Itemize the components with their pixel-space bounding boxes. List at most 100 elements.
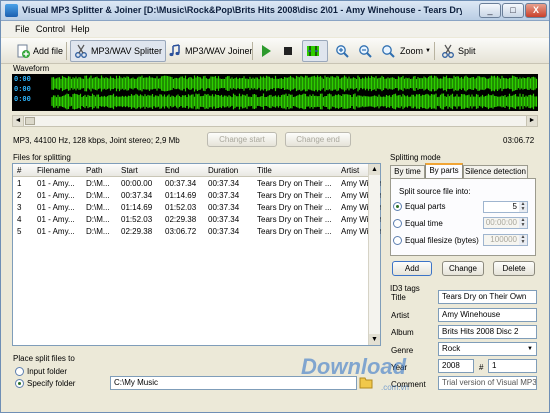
equal-time-radio[interactable] [393,219,402,228]
play-button[interactable] [256,40,279,62]
table-row[interactable]: 2 01 - Amy... D:\M... 00:37.34 01:14.69 00:37… [13,190,381,202]
cell-end: 00:37.34 [165,179,197,188]
zoom-fit-icon [381,44,395,58]
input-folder-radio[interactable] [15,367,24,376]
change-split-button[interactable]: Change [442,261,484,276]
equal-filesize-radio[interactable] [393,236,402,245]
specify-folder-label: Specify folder [27,379,76,388]
title-bar: Visual MP3 Splitter & Joiner [D:\Music\R… [1,1,549,21]
delete-split-button[interactable]: Delete [493,261,535,276]
id3-genre-value: Rock [442,344,461,353]
cell-end: 03:06.72 [165,227,197,236]
maximize-button[interactable]: □ [502,3,524,18]
column-path[interactable]: Path [86,166,102,175]
change-end-button[interactable]: Change end [285,132,351,147]
zoom-in-button[interactable] [332,40,355,62]
cell-start: 00:00.00 [121,179,153,188]
id3-album-label: Album [391,328,414,337]
cell-end: 01:14.69 [165,191,197,200]
zoom-dropdown[interactable]: Zoom ▼ [397,40,434,62]
add-file-button[interactable]: Add file [13,40,66,62]
cell-path: D:\M... [86,191,110,200]
toolbar-separator [66,42,67,60]
equal-time-label: Equal time [405,219,443,228]
tab-by-parts[interactable]: By parts [425,163,463,179]
specify-folder-radio[interactable] [15,379,24,388]
add-file-icon [16,44,30,58]
menu-help[interactable]: Help [71,24,90,34]
column-duration[interactable]: Duration [208,166,238,175]
tab-silence-detection[interactable]: Silence detection [463,165,528,179]
stop-icon [281,44,295,58]
stepper-arrows-icon[interactable]: ▲ ▼ [519,218,527,228]
zoom-out-button[interactable] [355,40,378,62]
menu-control[interactable]: Control [36,24,65,34]
stepper-arrows-icon[interactable]: ▲ ▼ [519,202,527,212]
waveform-time-2: 0:00 [14,86,31,94]
table-scrollbar[interactable]: ▲ ▼ [368,164,380,345]
waveform-scrollbar[interactable]: ◄ ► [12,115,538,127]
watermark-logo: Download [301,354,407,379]
table-row[interactable]: 1 01 - Amy... D:\M... 00:00.00 00:37.34 00:37… [13,178,381,190]
waveform-channel [51,93,538,110]
column-filename[interactable]: Filename [37,166,70,175]
table-row[interactable]: 5 01 - Amy... D:\M... 02:29.38 03:06.72 00:37… [13,226,381,238]
cell-start: 00:37.34 [121,191,153,200]
equal-filesize-stepper[interactable]: 100000 ▲ ▼ [483,234,528,246]
scroll-left-arrow-icon[interactable]: ◄ [13,116,24,126]
cell-path: D:\M... [86,227,110,236]
waveform-label: Waveform [13,64,50,73]
stepper-arrows-icon[interactable]: ▲ ▼ [519,235,527,245]
id3-album-field[interactable]: Brits Hits 2008 Disc 2 [438,325,537,339]
equal-time-stepper[interactable]: 00:00:00 ▲ ▼ [483,217,528,229]
column-number[interactable]: # [17,166,21,175]
id3-genre-select[interactable]: Rock ▼ [438,342,537,356]
column-end[interactable]: End [165,166,179,175]
window-title: Visual MP3 Splitter & Joiner [D:\Music\R… [22,5,462,15]
zoom-label: Zoom [400,46,424,56]
scroll-thumb[interactable] [25,117,35,125]
id3-comment-field[interactable]: Trial version of Visual MP3 Sp [438,376,537,390]
cell-start: 01:52.03 [121,215,153,224]
id3-track-label: # [479,363,484,372]
menu-file[interactable]: File [15,24,30,34]
cell-filename: 01 - Amy... [37,215,75,224]
scroll-down-arrow-icon[interactable]: ▼ [369,334,380,345]
table-row[interactable]: 4 01 - Amy... D:\M... 01:52.03 02:29.38 00:37… [13,214,381,226]
cell-title: Tears Dry on Their ... [257,203,332,212]
id3-artist-field[interactable]: Amy Winehouse [438,308,537,322]
play-icon [259,44,273,58]
add-split-button[interactable]: Add [392,261,432,276]
close-button[interactable]: X [525,3,547,18]
scroll-up-arrow-icon[interactable]: ▲ [369,164,380,175]
watermark-domain: .com.vn [381,383,410,392]
id3-track-field[interactable]: 1 [488,359,537,373]
equal-filesize-value: 100000 [490,235,517,244]
equal-parts-radio[interactable] [393,202,402,211]
column-start[interactable]: Start [121,166,138,175]
splitter-mode-button[interactable]: MP3/WAV Splitter [70,40,167,62]
tab-by-time[interactable]: By time [390,165,425,179]
id3-artist-label: Artist [391,311,410,320]
minimize-button[interactable]: _ [479,3,501,18]
selection-mode-button[interactable] [302,40,328,62]
id3-title-field[interactable]: Tears Dry on Their Own [438,290,537,304]
change-start-button[interactable]: Change start [207,132,277,147]
table-row[interactable]: 3 01 - Amy... D:\M... 01:14.69 01:52.03 00:37… [13,202,381,214]
scroll-right-arrow-icon[interactable]: ► [526,116,537,126]
cell-number: 4 [17,215,22,224]
id3-year-field[interactable]: 2008 [438,359,474,373]
cell-duration: 00:37.34 [208,203,240,212]
total-duration: 03:06.72 [503,136,535,145]
joiner-mode-label: MP3/WAV Joiner [185,46,253,56]
equal-time-value: 00:00:00 [485,218,517,227]
equal-parts-stepper[interactable]: 5 ▲ ▼ [483,201,528,213]
cell-title: Tears Dry on Their ... [257,215,332,224]
column-artist[interactable]: Artist [341,166,359,175]
joiner-mode-button[interactable]: MP3/WAV Joiner [165,40,256,62]
split-button[interactable]: Split [438,40,479,62]
stop-button[interactable] [278,40,301,62]
cell-number: 2 [17,191,22,200]
waveform-display[interactable]: 0:00 0:00 0:00 [12,74,538,111]
column-title[interactable]: Title [257,166,272,175]
